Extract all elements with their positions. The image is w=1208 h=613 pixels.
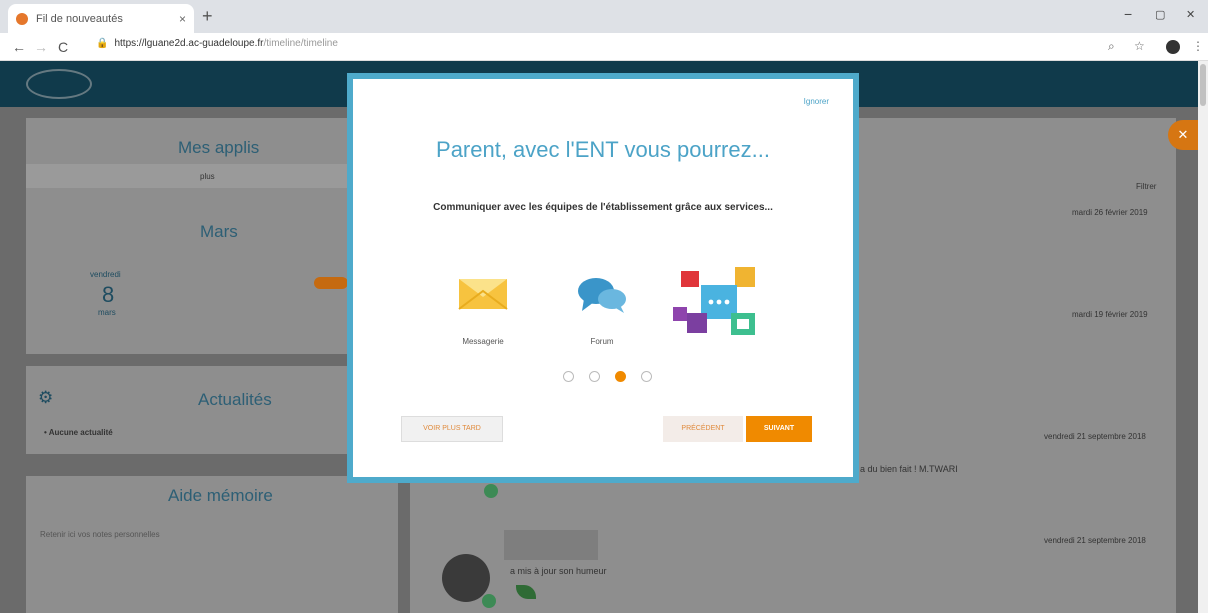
ignore-link[interactable]: Ignorer <box>804 97 829 106</box>
scrollbar[interactable] <box>1198 61 1208 613</box>
url-path: /timeline/timeline <box>263 38 338 49</box>
apps-collage-icon <box>673 267 755 335</box>
carousel-dot[interactable] <box>563 371 574 382</box>
add-icon <box>482 594 496 608</box>
scrollbar-thumb[interactable] <box>1200 64 1206 106</box>
browser-tab[interactable]: Fil de nouveautés × <box>8 4 194 33</box>
timeline-entry-text: a du bien fait ! M.TWARI <box>860 464 958 474</box>
apps-title: Mes applis <box>178 138 260 157</box>
timeline-date: vendredi 21 septembre 2018 <box>1044 536 1146 545</box>
calendar-today-marker[interactable] <box>314 277 348 289</box>
avatar[interactable] <box>442 554 490 602</box>
envelope-icon <box>458 279 508 310</box>
calendar-month: Mars <box>200 222 238 241</box>
service-messagerie: Messagerie <box>443 275 523 346</box>
calendar-day-month: mars <box>98 308 116 317</box>
back-button[interactable]: ← <box>8 39 30 55</box>
timeline-filter[interactable]: Filtrer <box>1136 182 1156 191</box>
tools-icon[interactable]: ✕ <box>1168 120 1198 150</box>
memo-title: Aide mémoire <box>168 486 273 505</box>
previous-button[interactable]: PRÉCÉDENT <box>663 416 743 442</box>
news-title: Actualités <box>198 390 272 409</box>
reload-button[interactable]: C <box>52 39 74 55</box>
favicon-icon <box>16 12 28 25</box>
memo-input[interactable]: Retenir ici vos notes personnelles <box>40 530 160 539</box>
carousel-dot[interactable] <box>589 371 600 382</box>
news-panel <box>26 366 398 454</box>
calendar-day-number: 8 <box>102 282 115 307</box>
timeline-date: mardi 19 février 2019 <box>1072 310 1148 319</box>
tab-close-button[interactable]: × <box>179 12 186 26</box>
close-window-button[interactable]: ✕ <box>1186 8 1195 21</box>
service-forum: Forum <box>567 275 637 346</box>
carousel-dot[interactable] <box>641 371 652 382</box>
address-bar: ← → C 🔒 https://lguane2d.ac-guadeloupe.fr… <box>0 33 1208 61</box>
maximize-button[interactable]: ▢ <box>1155 8 1165 21</box>
minimize-button[interactable]: − <box>1124 6 1132 22</box>
later-button[interactable]: VOIR PLUS TARD <box>401 416 503 442</box>
carousel-dot-active[interactable] <box>615 371 626 382</box>
menu-icon[interactable]: ⋮ <box>1192 39 1204 53</box>
timeline-date: mardi 26 février 2019 <box>1072 208 1148 217</box>
add-icon <box>484 484 498 498</box>
service-label: Forum <box>590 337 614 346</box>
chat-bubbles-icon <box>578 278 626 313</box>
timeline-entry-text: a mis à jour son humeur <box>510 566 607 576</box>
lock-icon: 🔒 <box>96 38 109 49</box>
tab-title: Fil de nouveautés <box>36 12 123 25</box>
browser-tab-bar: Fil de nouveautés × + − ▢ ✕ <box>0 0 1208 33</box>
modal-title: Parent, avec l'ENT vous pourrez... <box>436 137 770 162</box>
timeline-user-name[interactable] <box>504 530 598 560</box>
timeline-date: vendredi 21 septembre 2018 <box>1044 432 1146 441</box>
apps-more-link[interactable]: plus <box>200 172 215 181</box>
profile-avatar[interactable] <box>1166 40 1180 54</box>
forward-button[interactable]: → <box>30 39 52 55</box>
new-tab-button[interactable]: + <box>202 6 213 27</box>
url-field[interactable]: 🔒 https://lguane2d.ac-guadeloupe.fr/timel… <box>96 38 338 49</box>
modal-description: Communiquer avec les équipes de l'établi… <box>433 202 773 213</box>
zoom-icon[interactable]: ⌕ <box>1108 39 1115 54</box>
star-icon[interactable]: ☆ <box>1134 39 1145 53</box>
url-host: https://lguane2d.ac-guadeloupe.fr <box>114 38 264 49</box>
calendar-day-name: vendredi <box>90 270 121 279</box>
news-empty: • Aucune actualité <box>44 428 113 437</box>
settings-gear-icon[interactable]: ⚙ <box>38 388 53 408</box>
next-button[interactable]: SUIVANT <box>746 416 812 442</box>
service-label: Messagerie <box>462 337 504 346</box>
onboarding-modal: Ignorer Parent, avec l'ENT vous pourrez.… <box>347 73 859 483</box>
